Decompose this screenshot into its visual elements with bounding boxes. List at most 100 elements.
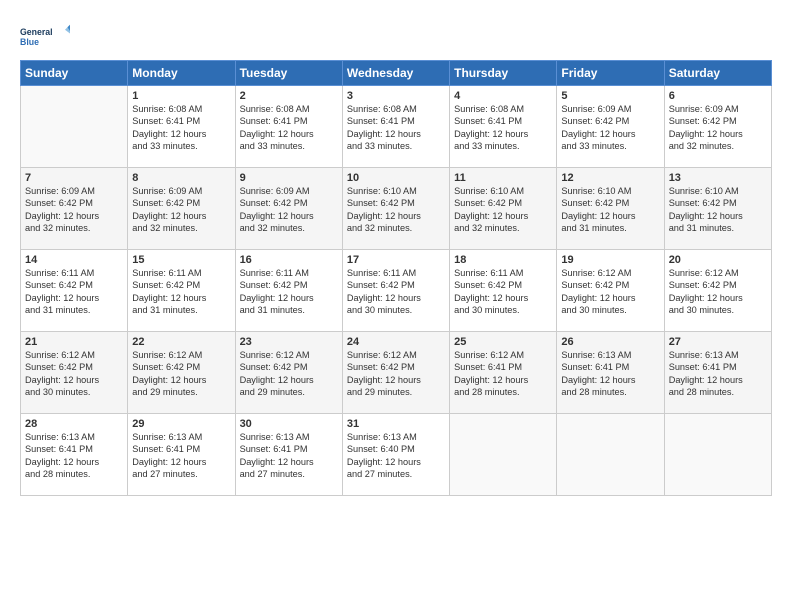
calendar-cell: 12Sunrise: 6:10 AM Sunset: 6:42 PM Dayli… <box>557 168 664 250</box>
cell-info: Sunrise: 6:12 AM Sunset: 6:42 PM Dayligh… <box>25 349 123 399</box>
calendar-cell: 22Sunrise: 6:12 AM Sunset: 6:42 PM Dayli… <box>128 332 235 414</box>
cell-info: Sunrise: 6:11 AM Sunset: 6:42 PM Dayligh… <box>25 267 123 317</box>
cell-info: Sunrise: 6:11 AM Sunset: 6:42 PM Dayligh… <box>347 267 445 317</box>
calendar-cell: 9Sunrise: 6:09 AM Sunset: 6:42 PM Daylig… <box>235 168 342 250</box>
page: General Blue SundayMondayTuesdayWednesda… <box>0 0 792 506</box>
header-row: SundayMondayTuesdayWednesdayThursdayFrid… <box>21 61 772 86</box>
calendar-cell: 10Sunrise: 6:10 AM Sunset: 6:42 PM Dayli… <box>342 168 449 250</box>
calendar-cell <box>450 414 557 496</box>
cell-info: Sunrise: 6:12 AM Sunset: 6:42 PM Dayligh… <box>132 349 230 399</box>
day-header-tuesday: Tuesday <box>235 61 342 86</box>
calendar-cell: 19Sunrise: 6:12 AM Sunset: 6:42 PM Dayli… <box>557 250 664 332</box>
calendar-cell: 31Sunrise: 6:13 AM Sunset: 6:40 PM Dayli… <box>342 414 449 496</box>
week-row-3: 14Sunrise: 6:11 AM Sunset: 6:42 PM Dayli… <box>21 250 772 332</box>
svg-text:General: General <box>20 27 53 37</box>
day-number: 22 <box>132 336 230 348</box>
day-number: 20 <box>669 254 767 266</box>
day-number: 11 <box>454 172 552 184</box>
calendar-cell: 25Sunrise: 6:12 AM Sunset: 6:41 PM Dayli… <box>450 332 557 414</box>
day-number: 27 <box>669 336 767 348</box>
cell-info: Sunrise: 6:12 AM Sunset: 6:42 PM Dayligh… <box>561 267 659 317</box>
calendar-cell: 20Sunrise: 6:12 AM Sunset: 6:42 PM Dayli… <box>664 250 771 332</box>
cell-info: Sunrise: 6:10 AM Sunset: 6:42 PM Dayligh… <box>669 185 767 235</box>
calendar-cell: 8Sunrise: 6:09 AM Sunset: 6:42 PM Daylig… <box>128 168 235 250</box>
week-row-5: 28Sunrise: 6:13 AM Sunset: 6:41 PM Dayli… <box>21 414 772 496</box>
week-row-1: 1 Sunrise: 6:08 AM Sunset: 6:41 PM Daylig… <box>21 86 772 168</box>
calendar-cell: 30Sunrise: 6:13 AM Sunset: 6:41 PM Dayli… <box>235 414 342 496</box>
cell-info: Sunrise: 6:12 AM Sunset: 6:42 PM Dayligh… <box>669 267 767 317</box>
calendar-cell: 14Sunrise: 6:11 AM Sunset: 6:42 PM Dayli… <box>21 250 128 332</box>
logo-svg: General Blue <box>20 18 70 54</box>
cell-info: Sunrise: 6:09 AM Sunset: 6:42 PM Dayligh… <box>669 103 767 153</box>
day-number: 21 <box>25 336 123 348</box>
calendar-cell: 2Sunrise: 6:08 AM Sunset: 6:41 PM Daylig… <box>235 86 342 168</box>
cell-info: Sunrise: 6:09 AM Sunset: 6:42 PM Dayligh… <box>561 103 659 153</box>
day-number: 31 <box>347 418 445 430</box>
day-number: 2 <box>240 90 338 102</box>
cell-info: Sunrise: 6:10 AM Sunset: 6:42 PM Dayligh… <box>347 185 445 235</box>
day-header-monday: Monday <box>128 61 235 86</box>
calendar-cell: 27Sunrise: 6:13 AM Sunset: 6:41 PM Dayli… <box>664 332 771 414</box>
cell-info: Sunrise: 6:13 AM Sunset: 6:41 PM Dayligh… <box>561 349 659 399</box>
calendar-cell: 11Sunrise: 6:10 AM Sunset: 6:42 PM Dayli… <box>450 168 557 250</box>
cell-info: Sunrise: 6:12 AM Sunset: 6:41 PM Dayligh… <box>454 349 552 399</box>
calendar-cell: 3Sunrise: 6:08 AM Sunset: 6:41 PM Daylig… <box>342 86 449 168</box>
day-number: 3 <box>347 90 445 102</box>
calendar-cell: 17Sunrise: 6:11 AM Sunset: 6:42 PM Dayli… <box>342 250 449 332</box>
cell-info: Sunrise: 6:13 AM Sunset: 6:41 PM Dayligh… <box>240 431 338 481</box>
day-number: 1 <box>132 90 230 102</box>
day-number: 8 <box>132 172 230 184</box>
day-number: 29 <box>132 418 230 430</box>
calendar-cell: 7Sunrise: 6:09 AM Sunset: 6:42 PM Daylig… <box>21 168 128 250</box>
cell-info: Sunrise: 6:10 AM Sunset: 6:42 PM Dayligh… <box>561 185 659 235</box>
cell-info: Sunrise: 6:11 AM Sunset: 6:42 PM Dayligh… <box>240 267 338 317</box>
cell-info: Sunrise: 6:13 AM Sunset: 6:41 PM Dayligh… <box>132 431 230 481</box>
day-number: 17 <box>347 254 445 266</box>
calendar-table: SundayMondayTuesdayWednesdayThursdayFrid… <box>20 60 772 496</box>
logo: General Blue <box>20 18 70 54</box>
calendar-cell: 26Sunrise: 6:13 AM Sunset: 6:41 PM Dayli… <box>557 332 664 414</box>
cell-info: Sunrise: 6:09 AM Sunset: 6:42 PM Dayligh… <box>240 185 338 235</box>
day-header-wednesday: Wednesday <box>342 61 449 86</box>
cell-info: Sunrise: 6:13 AM Sunset: 6:41 PM Dayligh… <box>25 431 123 481</box>
day-number: 15 <box>132 254 230 266</box>
calendar-cell: 24Sunrise: 6:12 AM Sunset: 6:42 PM Dayli… <box>342 332 449 414</box>
week-row-2: 7 Sunrise: 6:09 AM Sunset: 6:42 PM Daylig… <box>21 168 772 250</box>
calendar-cell: 5Sunrise: 6:09 AM Sunset: 6:42 PM Daylig… <box>557 86 664 168</box>
cell-info: Sunrise: 6:12 AM Sunset: 6:42 PM Dayligh… <box>240 349 338 399</box>
cell-info: Sunrise: 6:08 AM Sunset: 6:41 PM Dayligh… <box>240 103 338 153</box>
cell-info: Sunrise: 6:12 AM Sunset: 6:42 PM Dayligh… <box>347 349 445 399</box>
day-number: 7 <box>25 172 123 184</box>
cell-info: Sunrise: 6:11 AM Sunset: 6:42 PM Dayligh… <box>454 267 552 317</box>
calendar-cell: 18Sunrise: 6:11 AM Sunset: 6:42 PM Dayli… <box>450 250 557 332</box>
day-number: 30 <box>240 418 338 430</box>
header: General Blue <box>20 18 772 54</box>
day-number: 23 <box>240 336 338 348</box>
day-number: 9 <box>240 172 338 184</box>
calendar-cell <box>21 86 128 168</box>
day-number: 4 <box>454 90 552 102</box>
calendar-cell: 15Sunrise: 6:11 AM Sunset: 6:42 PM Dayli… <box>128 250 235 332</box>
day-header-sunday: Sunday <box>21 61 128 86</box>
calendar-cell: 28Sunrise: 6:13 AM Sunset: 6:41 PM Dayli… <box>21 414 128 496</box>
cell-info: Sunrise: 6:08 AM Sunset: 6:41 PM Dayligh… <box>347 103 445 153</box>
day-number: 10 <box>347 172 445 184</box>
calendar-cell: 21Sunrise: 6:12 AM Sunset: 6:42 PM Dayli… <box>21 332 128 414</box>
day-number: 25 <box>454 336 552 348</box>
day-number: 16 <box>240 254 338 266</box>
cell-info: Sunrise: 6:13 AM Sunset: 6:40 PM Dayligh… <box>347 431 445 481</box>
day-number: 24 <box>347 336 445 348</box>
day-number: 5 <box>561 90 659 102</box>
calendar-cell: 29Sunrise: 6:13 AM Sunset: 6:41 PM Dayli… <box>128 414 235 496</box>
day-number: 18 <box>454 254 552 266</box>
calendar-cell: 6Sunrise: 6:09 AM Sunset: 6:42 PM Daylig… <box>664 86 771 168</box>
calendar-cell: 13Sunrise: 6:10 AM Sunset: 6:42 PM Dayli… <box>664 168 771 250</box>
cell-info: Sunrise: 6:13 AM Sunset: 6:41 PM Dayligh… <box>669 349 767 399</box>
day-header-saturday: Saturday <box>664 61 771 86</box>
day-number: 19 <box>561 254 659 266</box>
cell-info: Sunrise: 6:11 AM Sunset: 6:42 PM Dayligh… <box>132 267 230 317</box>
day-number: 14 <box>25 254 123 266</box>
day-number: 28 <box>25 418 123 430</box>
calendar-cell: 4Sunrise: 6:08 AM Sunset: 6:41 PM Daylig… <box>450 86 557 168</box>
day-number: 26 <box>561 336 659 348</box>
